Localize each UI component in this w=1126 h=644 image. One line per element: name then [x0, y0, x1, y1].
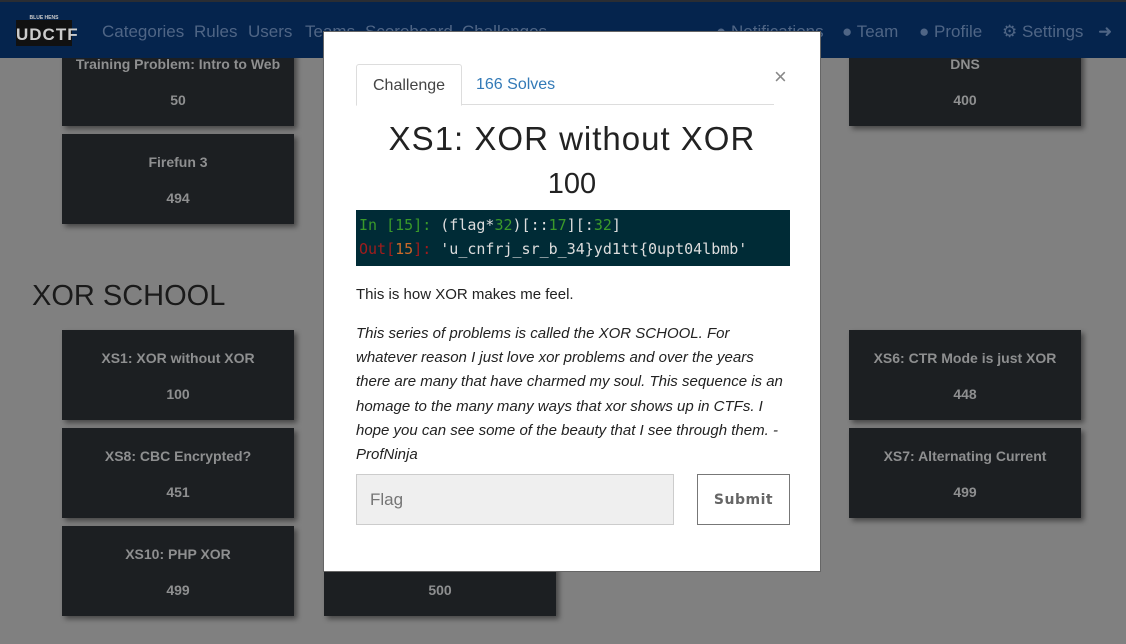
card-title: Training Problem: Intro to Web — [75, 56, 281, 72]
card-points: 451 — [166, 484, 190, 500]
user-circle-icon: ● — [919, 22, 930, 41]
nav-users[interactable]: Users — [248, 22, 292, 42]
challenge-card[interactable]: XS1: XOR without XOR 100 — [62, 330, 294, 420]
challenge-card[interactable]: Firefun 3 494 — [62, 134, 294, 224]
code-text: 32 — [494, 216, 513, 234]
tab-challenge[interactable]: Challenge — [356, 64, 463, 106]
card-title: XS1: XOR without XOR — [101, 350, 255, 366]
description-line: This is how XOR makes me feel. — [356, 286, 574, 303]
code-text: Out[ — [359, 240, 396, 258]
description-paragraph: This series of problems is called the XO… — [356, 325, 783, 464]
challenge-modal: Challenge 166 Solves × XS1: XOR without … — [323, 31, 821, 572]
card-points: 400 — [953, 92, 977, 108]
code-text: ][: — [566, 216, 594, 234]
challenge-card[interactable]: XS6: CTR Mode is just XOR 448 — [849, 330, 1081, 420]
card-points: 448 — [953, 386, 977, 402]
challenge-card[interactable]: XS10: PHP XOR 499 — [62, 526, 294, 616]
modal-tabs: Challenge 166 Solves — [356, 64, 774, 106]
code-text: (flag* — [440, 216, 495, 234]
flag-input[interactable] — [356, 474, 674, 525]
code-text: ]: — [413, 240, 441, 258]
logo-text: UDCTF — [16, 25, 79, 44]
card-points: 499 — [166, 582, 190, 598]
card-points: 494 — [166, 190, 190, 206]
code-text: )[:: — [512, 216, 549, 234]
nav-label: Profile — [934, 22, 983, 41]
code-text: ] — [611, 216, 621, 234]
nav-settings[interactable]: ⚙ Settings — [1002, 22, 1083, 42]
nav-label: Team — [856, 22, 899, 41]
card-title: XS10: PHP XOR — [125, 546, 231, 562]
card-title: XS7: Alternating Current — [883, 448, 1047, 464]
card-title: DNS — [950, 56, 980, 72]
logo[interactable]: BLUE HENS UDCTF — [16, 15, 78, 46]
code-text: 15 — [395, 240, 414, 258]
card-title: Firefun 3 — [148, 154, 208, 170]
code-image: In [15]: (flag*32)[::17][:32] Out[15]: '… — [356, 210, 790, 266]
tab-solves[interactable]: 166 Solves — [460, 64, 571, 106]
users-icon: ● — [842, 22, 853, 41]
nav-rules[interactable]: Rules — [194, 22, 237, 42]
challenge-value: 100 — [547, 168, 597, 200]
nav-label: Settings — [1021, 22, 1084, 41]
challenge-title: XS1: XOR without XOR — [388, 120, 756, 157]
card-title: XS8: CBC Encrypted? — [104, 448, 252, 464]
submit-button[interactable]: Submit — [697, 474, 790, 525]
card-points: 50 — [170, 92, 186, 108]
card-points: 499 — [953, 484, 977, 500]
code-text: In [ — [359, 216, 396, 234]
code-text: 15 — [395, 216, 414, 234]
challenge-card[interactable]: XS7: Alternating Current 499 — [849, 428, 1081, 518]
section-heading: XOR SCHOOL — [32, 280, 226, 312]
nav-categories[interactable]: Categories — [102, 22, 184, 42]
nav-team[interactable]: ● Team — [842, 22, 898, 42]
card-title: XS6: CTR Mode is just XOR — [873, 350, 1057, 366]
card-points: 500 — [428, 582, 452, 598]
code-text: 'u_cnfrj_sr_b_34}yd1tt{0upt04lbmb' — [440, 240, 748, 258]
card-points: 100 — [166, 386, 190, 402]
challenge-card[interactable]: XS8: CBC Encrypted? 451 — [62, 428, 294, 518]
code-text: 17 — [548, 216, 567, 234]
gears-icon: ⚙ — [1002, 22, 1018, 41]
close-icon[interactable]: × — [774, 64, 787, 90]
logo-subtitle: BLUE HENS — [29, 15, 59, 21]
nav-profile[interactable]: ● Profile — [919, 22, 982, 42]
logout-icon[interactable]: ➜ — [1098, 22, 1112, 42]
code-text: ]: — [413, 216, 441, 234]
